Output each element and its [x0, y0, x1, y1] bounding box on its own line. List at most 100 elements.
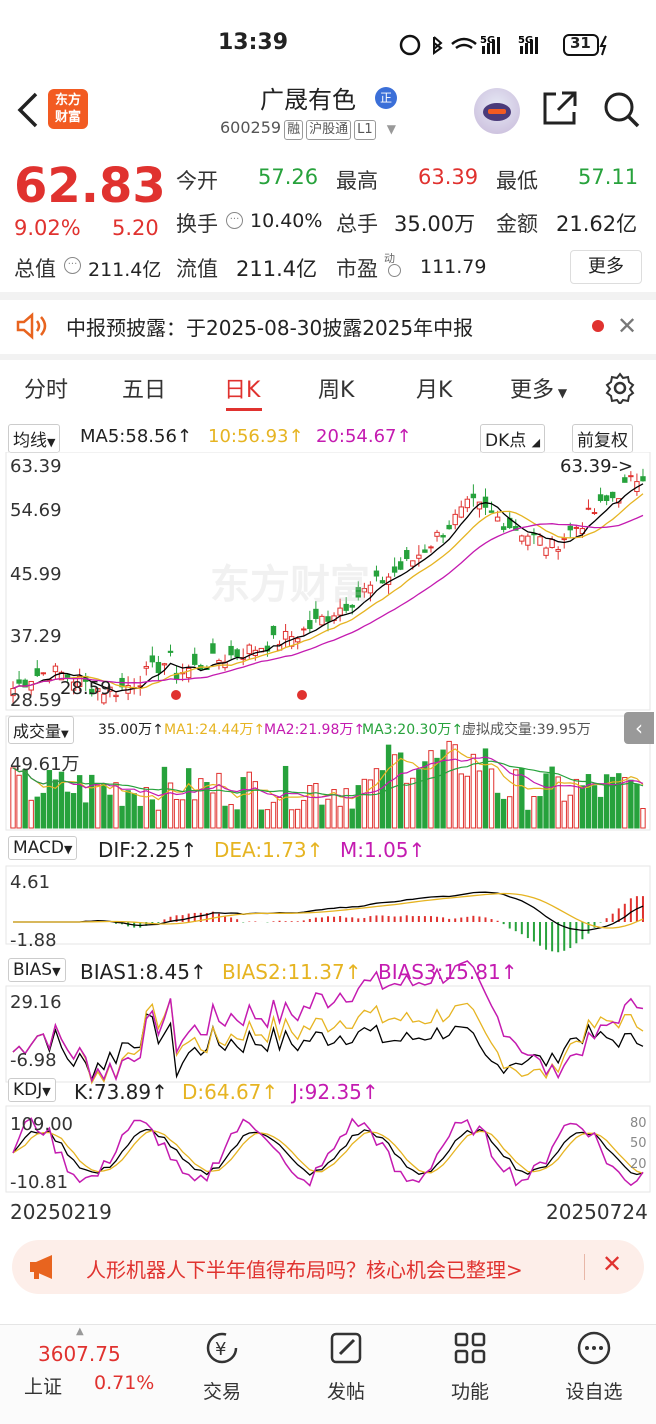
- candle-body: [192, 653, 198, 665]
- info-icon[interactable]: ···: [64, 257, 81, 274]
- volume-bar: [125, 790, 131, 829]
- speaker-icon: [16, 312, 47, 340]
- candle-body: [464, 498, 471, 509]
- volume-bar: [591, 785, 598, 829]
- candle-body: [325, 616, 331, 622]
- macd-dea: DEA:1.73↑: [214, 838, 324, 862]
- info-icon[interactable]: ···: [226, 212, 243, 229]
- virtual-volume: 虚拟成交量:39.95万: [462, 722, 591, 738]
- volume-bar: [210, 792, 216, 829]
- dk-point-button[interactable]: DK点 ◢: [480, 424, 546, 453]
- nav-functions[interactable]: 功能: [430, 1330, 510, 1404]
- tab-intraday[interactable]: 分时: [24, 372, 68, 404]
- ma-selector[interactable]: 均线▼: [8, 424, 61, 453]
- volume-bar: [313, 783, 319, 829]
- notice-text[interactable]: 中报预披露：于2025-08-30披露2025年中报: [66, 312, 473, 341]
- market-cap-label: 总值: [14, 257, 56, 281]
- candle-body: [307, 620, 313, 629]
- bias-selector[interactable]: BIAS▼: [8, 958, 66, 982]
- volume-bar: [173, 798, 180, 829]
- macd-selector[interactable]: MACD▼: [8, 836, 78, 860]
- macd-m: M:1.05↑: [340, 838, 426, 862]
- candle-body: [603, 495, 610, 501]
- high-value: 63.39: [418, 165, 479, 189]
- tab-daily-k[interactable]: 日K: [224, 372, 260, 404]
- more-button[interactable]: 更多: [570, 250, 642, 284]
- volume-selector[interactable]: 成交量▼: [8, 716, 74, 744]
- candle-body: [434, 531, 440, 537]
- kdj-selector-label: KDJ: [13, 1080, 43, 1100]
- candle-body: [597, 494, 604, 502]
- volume-bar: [494, 792, 501, 829]
- volume-bar: [185, 768, 192, 829]
- volume-bar: [216, 772, 222, 829]
- candle-body: [143, 665, 149, 669]
- tab-monthly-k[interactable]: 月K: [416, 372, 452, 404]
- ma20-label: 20:54.67↑: [316, 426, 412, 447]
- stock-code-line[interactable]: 600259 融沪股通 L1 ▼: [220, 118, 396, 140]
- macd-axis-bottom: -1.88: [10, 930, 57, 951]
- back-icon[interactable]: [14, 92, 42, 128]
- kdj-k: K:73.89↑: [74, 1080, 168, 1104]
- volume-bar: [373, 768, 380, 829]
- candle-body: [319, 615, 325, 626]
- tag-level: L1: [354, 120, 376, 140]
- volume-bar: [28, 799, 34, 829]
- candle-body: [543, 547, 549, 556]
- tab-five-day[interactable]: 五日: [122, 372, 166, 404]
- stock-code: 600259: [220, 118, 282, 137]
- pe-label: 市盈: [336, 257, 378, 281]
- bias2: BIAS2:11.37↑: [222, 960, 362, 984]
- volume-label: 总手: [336, 212, 378, 236]
- macd-dif: DIF:2.25↑: [98, 838, 198, 862]
- share-icon[interactable]: [540, 88, 580, 128]
- volume-bar: [476, 770, 483, 829]
- stock-name[interactable]: 广晟有色: [260, 80, 380, 115]
- nav-post[interactable]: 发帖: [306, 1330, 386, 1404]
- battery-level: 31: [570, 34, 591, 52]
- candle-body: [161, 663, 168, 666]
- kdj-axis-bottom: -10.81: [10, 1172, 69, 1193]
- logo-text-2: 财富: [54, 110, 81, 125]
- trade-icon: ¥: [206, 1332, 238, 1364]
- candle-body: [440, 535, 446, 538]
- adjust-button[interactable]: 前复权: [572, 424, 633, 453]
- search-icon[interactable]: [600, 88, 642, 130]
- collapse-panel-icon[interactable]: ‹: [624, 712, 654, 744]
- kdj-d: D:64.67↑: [182, 1080, 279, 1104]
- status-icons: 5G 5G 31: [398, 32, 618, 63]
- panel-frame: [5, 865, 651, 945]
- candle-body: [585, 507, 592, 510]
- divider: [0, 292, 656, 300]
- tab-weekly-k[interactable]: 周K: [318, 372, 354, 404]
- index-value[interactable]: 3607.75: [38, 1342, 121, 1366]
- volume-bar: [270, 801, 277, 829]
- unread-dot: [592, 320, 604, 332]
- candle-body: [573, 526, 580, 529]
- volume-bar: [10, 767, 16, 829]
- watermark: 东方财富: [210, 562, 370, 608]
- volume-bar: [628, 779, 634, 829]
- volume-bar: [288, 809, 295, 829]
- volume-bar: [101, 783, 107, 829]
- volume-bar: [404, 782, 410, 829]
- date-start: 20250219: [10, 1200, 112, 1224]
- pe-value: 111.79: [420, 256, 487, 278]
- candle-body: [313, 608, 319, 619]
- assistant-avatar[interactable]: [474, 88, 520, 134]
- info-icon[interactable]: [388, 264, 401, 277]
- candle-body: [149, 655, 156, 663]
- tab-more[interactable]: 更多 ▼: [510, 372, 567, 404]
- vol-ma2: MA2:21.98万↑: [264, 722, 366, 738]
- close-icon[interactable]: ✕: [602, 1250, 622, 1278]
- bias-selector-label: BIAS: [13, 960, 53, 980]
- nav-watchlist-settings[interactable]: 设自选: [554, 1330, 634, 1404]
- volume-bar: [500, 798, 507, 829]
- close-icon[interactable]: ✕: [617, 312, 637, 340]
- nav-trade[interactable]: ¥ 交易: [182, 1330, 262, 1404]
- ad-text[interactable]: 人形机器人下半年值得布局吗？核心机会已整理>: [86, 1254, 523, 1283]
- volume-bar: [198, 778, 204, 829]
- volume-bar: [428, 750, 434, 829]
- gear-icon[interactable]: [604, 372, 636, 404]
- kdj-selector[interactable]: KDJ▼: [8, 1078, 56, 1102]
